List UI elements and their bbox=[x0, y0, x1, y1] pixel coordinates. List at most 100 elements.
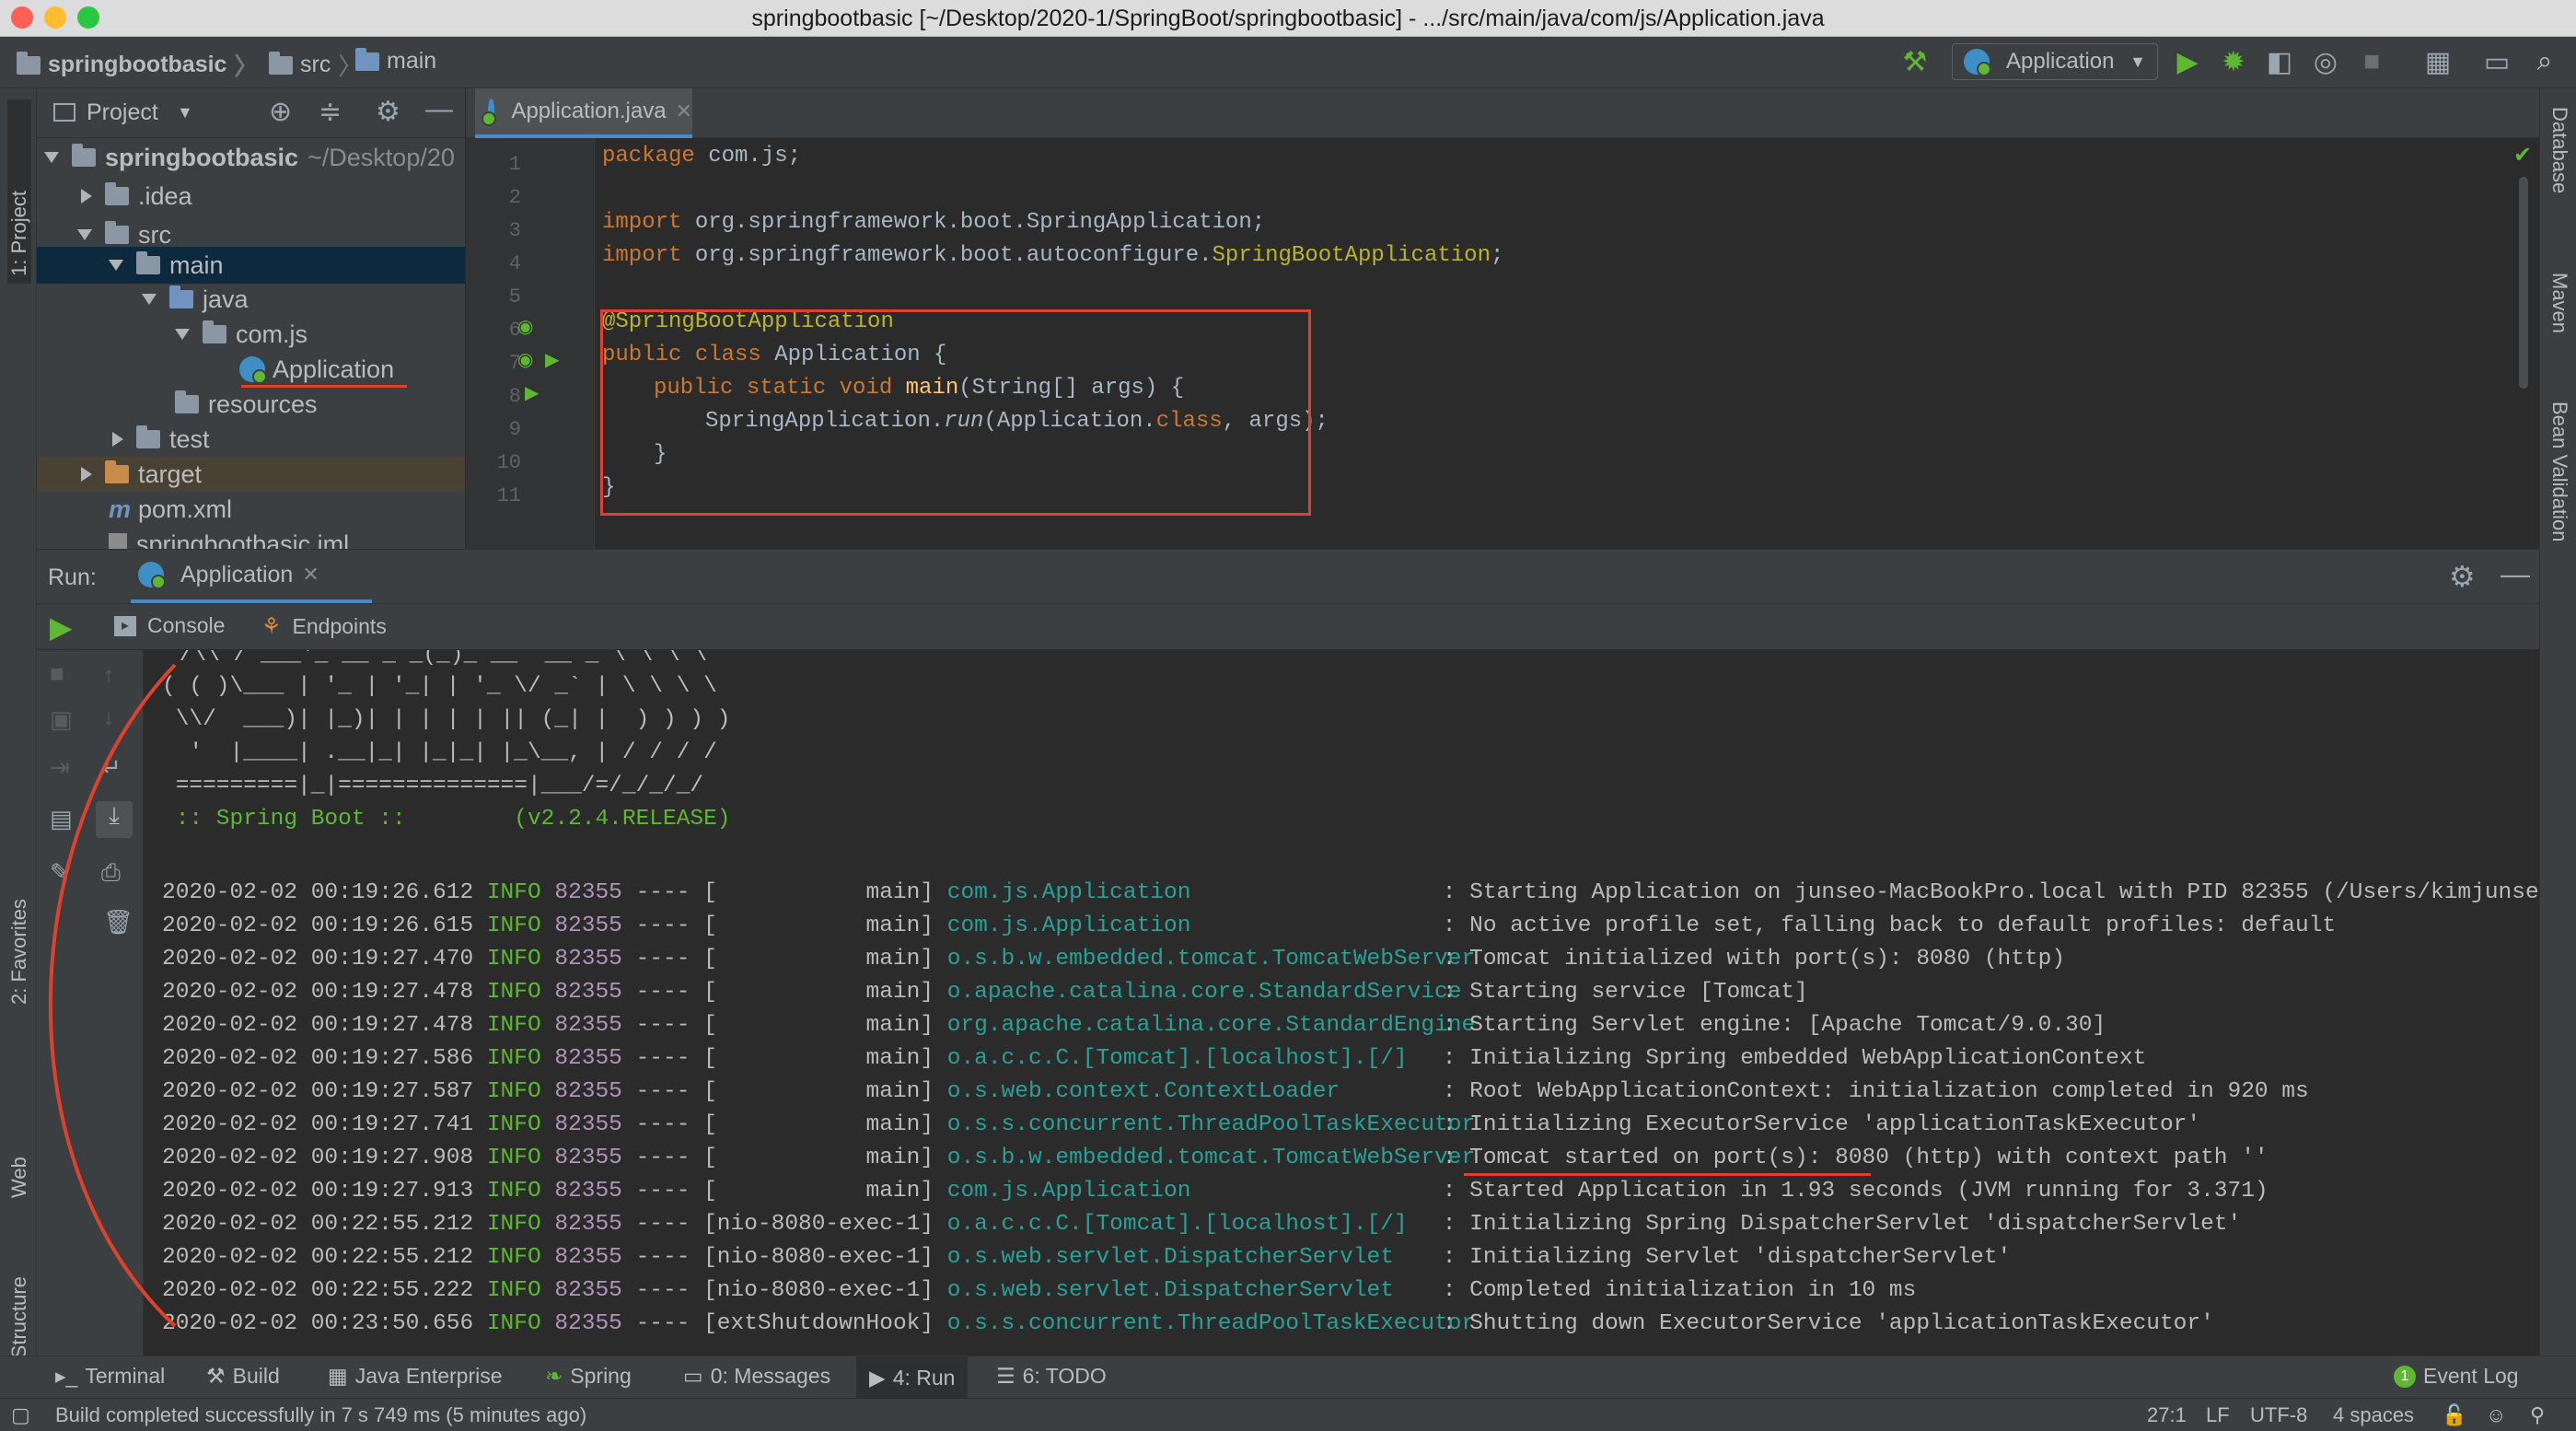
log-logger[interactable]: o.a.c.c.C.[Tomcat].[localhost].[/] bbox=[947, 1046, 1443, 1071]
log-message: : Tomcat initialized with port(s): 8080 … bbox=[1442, 947, 2066, 971]
close-tab-icon[interactable]: ✕ bbox=[302, 563, 319, 587]
code-line-4: import org.springframework.boot.autoconf… bbox=[602, 243, 1504, 268]
run-tab-application[interactable]: Application ✕ bbox=[131, 550, 372, 603]
log-logger[interactable]: o.s.web.context.ContextLoader bbox=[947, 1079, 1443, 1104]
tree-item-target[interactable]: target bbox=[37, 457, 465, 492]
tree-item-springbootbasic[interactable]: springbootbasic ~/Desktop/20 bbox=[37, 140, 465, 175]
profile-icon[interactable]: ◎ bbox=[2309, 45, 2342, 78]
tab-terminal[interactable]: ▸_ Terminal bbox=[55, 1364, 165, 1389]
run-gutter-icon[interactable]: ▶ bbox=[545, 348, 559, 371]
tab-java-enterprise[interactable]: ▦ Java Enterprise bbox=[328, 1364, 503, 1389]
log-logger[interactable]: o.s.web.servlet.DispatcherServlet bbox=[947, 1245, 1443, 1270]
chevron-down-icon[interactable]: ▼ bbox=[177, 103, 193, 122]
gear-icon[interactable]: ⚙ bbox=[2449, 559, 2476, 594]
log-logger[interactable]: o.apache.catalina.core.StandardService bbox=[947, 980, 1462, 1005]
bean-gutter-icon[interactable]: ◉ bbox=[517, 348, 533, 371]
log-logger[interactable]: o.a.c.c.C.[Tomcat].[localhost].[/] bbox=[947, 1212, 1443, 1237]
stop-icon[interactable]: ■ bbox=[2355, 45, 2388, 78]
tool-tab-bean-validation[interactable]: Bean Validation bbox=[2547, 401, 2571, 542]
tree-item-idea[interactable]: .idea bbox=[37, 179, 465, 214]
tree-item-resources[interactable]: resources bbox=[37, 387, 465, 422]
breadcrumb-project[interactable]: springbootbasic 〉 bbox=[17, 48, 258, 82]
log-thread: ---- [ main] bbox=[635, 947, 934, 971]
file-encoding[interactable]: UTF-8 bbox=[2250, 1403, 2307, 1427]
run-configuration-select[interactable]: Application ▼ bbox=[1952, 43, 2158, 80]
caret-position[interactable]: 27:1 bbox=[2147, 1403, 2187, 1427]
presentation-icon[interactable]: ▭ bbox=[2480, 45, 2513, 78]
tree-item-java[interactable]: java bbox=[37, 282, 465, 317]
log-logger[interactable]: o.s.s.concurrent.ThreadPoolTaskExecutor bbox=[947, 1112, 1475, 1137]
log-level: INFO bbox=[486, 947, 541, 971]
log-logger[interactable]: o.s.s.concurrent.ThreadPoolTaskExecutor bbox=[947, 1311, 1475, 1336]
log-line: 2020-02-02 00:19:26.615 INFO 82355 ---- … bbox=[162, 913, 2336, 938]
tree-item-main[interactable]: main bbox=[37, 247, 465, 284]
log-logger[interactable]: com.js.Application bbox=[947, 880, 1443, 905]
log-pid: 82355 bbox=[554, 1146, 622, 1170]
log-thread: ---- [ main] bbox=[635, 913, 934, 938]
log-logger[interactable]: o.s.b.w.embedded.tomcat.TomcatWebServer bbox=[947, 947, 1475, 971]
gear-icon[interactable]: ⚙ bbox=[376, 96, 400, 128]
inspector-icon[interactable]: ☺ bbox=[2486, 1403, 2506, 1427]
tab-messages[interactable]: ▭ 0: Messages bbox=[683, 1364, 830, 1389]
bean-gutter-icon[interactable]: ◉ bbox=[517, 315, 533, 338]
tab-build[interactable]: ⚒ Build bbox=[206, 1364, 280, 1389]
editor-tab-application-java[interactable]: Application.java ✕ bbox=[475, 88, 692, 138]
breadcrumb-main[interactable]: main bbox=[355, 47, 436, 75]
log-logger[interactable]: com.js.Application bbox=[947, 913, 1443, 938]
build-hammer-icon[interactable]: ⚒ bbox=[1898, 45, 1932, 78]
project-view-select[interactable]: Project bbox=[87, 99, 158, 126]
subtab-console[interactable]: ▸ Console bbox=[114, 613, 225, 638]
tool-tab-database[interactable]: Database bbox=[2547, 107, 2571, 193]
tree-item-iml[interactable]: springbootbasic.iml bbox=[37, 527, 465, 549]
notifications-icon[interactable]: ⚲ bbox=[2530, 1403, 2545, 1427]
search-everywhere-icon[interactable]: ⌕ bbox=[2528, 45, 2561, 78]
run-gutter-icon[interactable]: ▶ bbox=[525, 381, 539, 404]
project-structure-icon[interactable]: ▦ bbox=[2421, 45, 2454, 78]
log-message: : Initializing Spring embedded WebApplic… bbox=[1442, 1046, 2147, 1071]
hide-panel-icon[interactable]: — bbox=[425, 94, 453, 125]
panel-toggle-icon[interactable]: ▢ bbox=[11, 1403, 30, 1427]
log-logger[interactable]: o.s.b.w.embedded.tomcat.TomcatWebServer bbox=[947, 1146, 1475, 1170]
log-logger[interactable]: org.apache.catalina.core.StandardEngine bbox=[947, 1013, 1475, 1038]
console-icon: ▸ bbox=[114, 615, 136, 636]
rerun-icon[interactable]: ▶ bbox=[50, 610, 73, 645]
tab-run[interactable]: ▶ 4: Run bbox=[856, 1356, 969, 1399]
tool-tab-project[interactable]: 1: Project bbox=[7, 99, 31, 284]
inspection-ok-icon[interactable]: ✔ bbox=[2513, 142, 2532, 169]
spring-app-icon bbox=[138, 562, 166, 589]
code-line-3: import org.springframework.boot.SpringAp… bbox=[602, 210, 1266, 235]
collapse-all-icon[interactable]: ≑ bbox=[319, 96, 342, 128]
log-line: 2020-02-02 00:19:27.586 INFO 82355 ---- … bbox=[162, 1046, 2146, 1071]
tree-item-pom-xml[interactable]: m pom.xml bbox=[37, 492, 465, 527]
tab-todo[interactable]: ☰ 6: TODO bbox=[996, 1364, 1107, 1389]
run-label: Run: bbox=[48, 564, 97, 590]
tree-item-application[interactable]: Application bbox=[37, 352, 465, 387]
run-panel-header: Run: Application ✕ ⚙ — bbox=[37, 549, 2539, 604]
log-message: : Initializing Servlet 'dispatcherServle… bbox=[1442, 1245, 2012, 1270]
tree-item-test[interactable]: test bbox=[37, 422, 465, 457]
coverage-icon[interactable]: ◧ bbox=[2263, 45, 2296, 78]
indent-setting[interactable]: 4 spaces bbox=[2333, 1403, 2414, 1427]
log-pid: 82355 bbox=[554, 1311, 622, 1336]
lock-icon[interactable]: 🔓 bbox=[2442, 1403, 2466, 1427]
editor-gutter: 1 2 3 4 5 6 7 8 9 10 11 ◉ ◉ ▶ ▶ bbox=[466, 138, 595, 549]
console-output[interactable]: /\\ / ___'_ __ _ _(_)_ __ __ _ \ \ \ \ (… bbox=[144, 650, 2539, 1355]
breadcrumb-src[interactable]: src 〉 bbox=[269, 48, 362, 82]
subtab-endpoints[interactable]: ⚘ Endpoints bbox=[261, 613, 387, 640]
close-tab-icon[interactable]: ✕ bbox=[676, 99, 692, 123]
tree-item-com-js[interactable]: com.js bbox=[37, 317, 465, 352]
log-pid: 82355 bbox=[554, 1112, 622, 1137]
tab-spring[interactable]: ❧ Spring bbox=[545, 1364, 632, 1389]
hide-panel-icon[interactable]: — bbox=[2501, 557, 2530, 591]
tool-tab-maven[interactable]: Maven bbox=[2547, 273, 2571, 333]
locate-crosshair-icon[interactable]: ⊕ bbox=[269, 96, 292, 128]
debug-bug-icon[interactable]: ✹ bbox=[2217, 45, 2250, 78]
log-message: : Tomcat started on port(s): 8080 (http)… bbox=[1442, 1146, 2269, 1170]
line-separator[interactable]: LF bbox=[2206, 1403, 2230, 1427]
editor-scrollbar[interactable] bbox=[2519, 177, 2528, 389]
tab-event-log[interactable]: 1 Event Log bbox=[2394, 1364, 2519, 1389]
run-icon[interactable]: ▶ bbox=[2171, 45, 2204, 78]
log-logger[interactable]: o.s.web.servlet.DispatcherServlet bbox=[947, 1278, 1443, 1303]
source-folder-icon bbox=[169, 285, 193, 308]
log-logger[interactable]: com.js.Application bbox=[947, 1179, 1443, 1204]
